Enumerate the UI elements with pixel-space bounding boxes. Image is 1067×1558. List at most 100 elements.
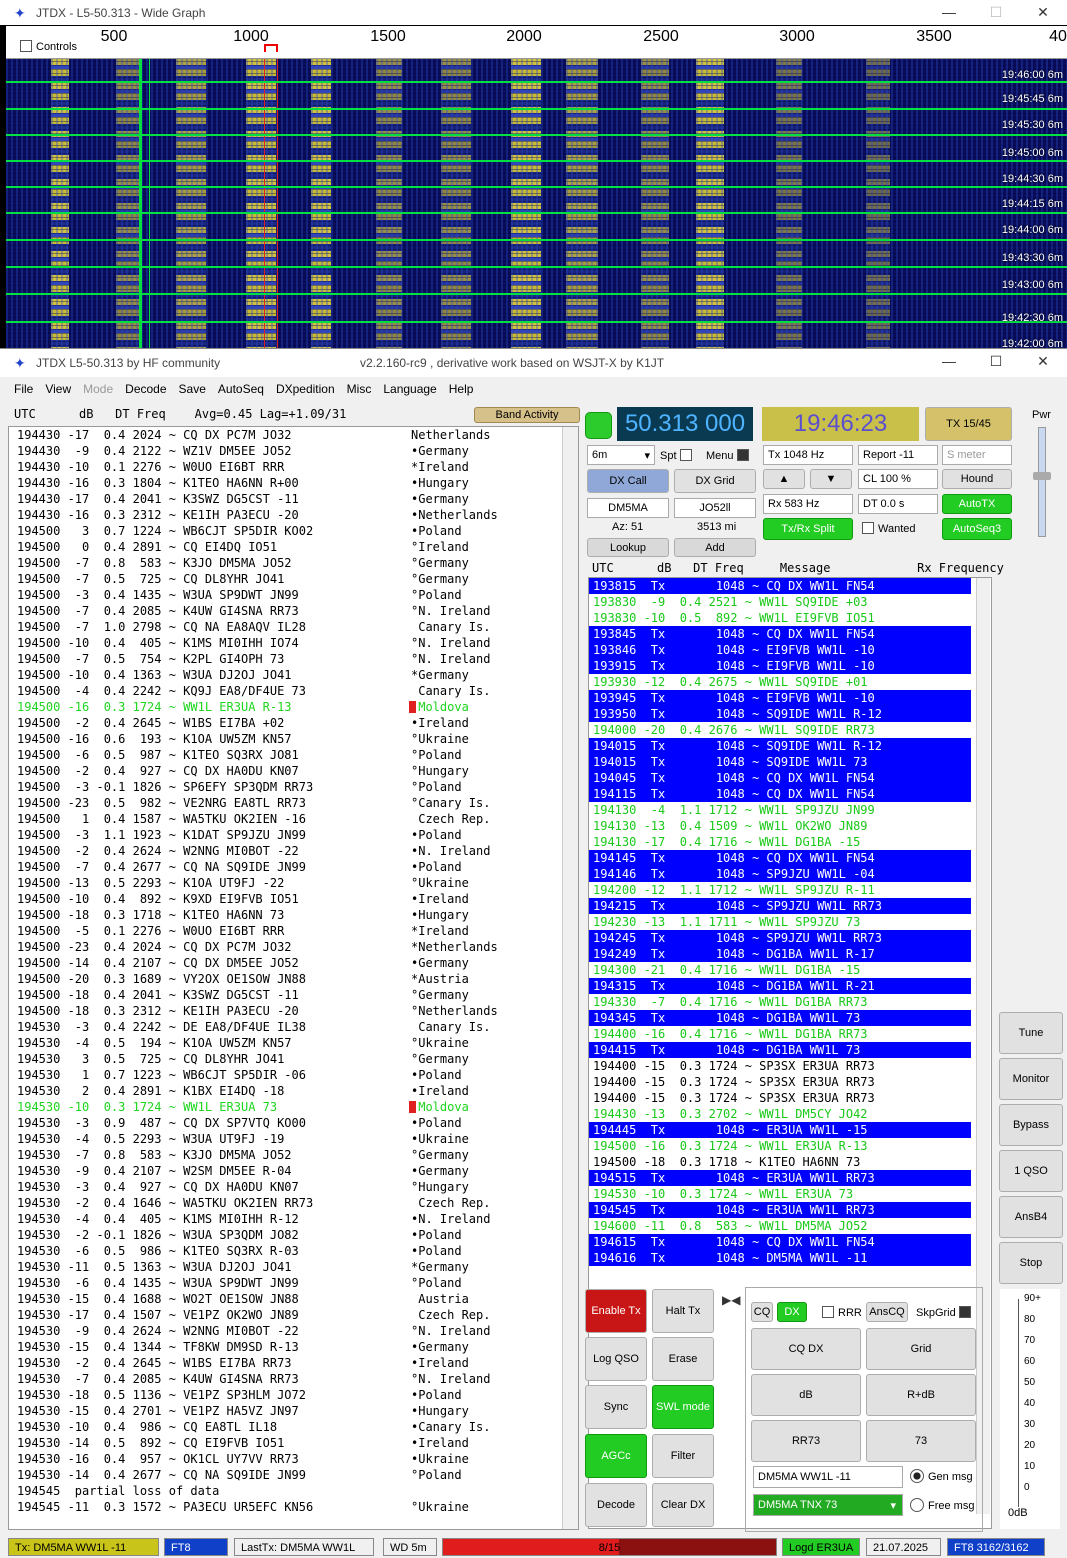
- one-qso-button[interactable]: 1 QSO: [999, 1150, 1063, 1192]
- rx-row[interactable]: 193950 Tx 1048 ~ SQ9IDE WW1L R-12: [589, 706, 971, 722]
- rx-row[interactable]: 194515 Tx 1048 ~ ER3UA WW1L RR73: [589, 1170, 971, 1186]
- maximize-icon[interactable]: ☐: [973, 349, 1019, 374]
- rx-row[interactable]: 194500 -16 0.3 1724 ~ WW1L ER3UA R-13: [589, 1138, 991, 1154]
- swl-mode-button[interactable]: SWL mode: [652, 1385, 714, 1429]
- band-activity-list[interactable]: 194430 -17 0.4 2024 ~ CQ DX PC7M JO32 Net…: [8, 426, 579, 1530]
- maximize-icon[interactable]: ☐: [973, 0, 1019, 25]
- decode-row[interactable]: 194500 -13 0.5 2293 ~ K1OA UT9FJ -22 °Ukr…: [9, 875, 578, 891]
- menu-autoseq[interactable]: AutoSeq: [218, 382, 264, 402]
- cq-dx-button[interactable]: CQ DX: [751, 1328, 861, 1370]
- menu-misc[interactable]: Misc: [347, 382, 372, 402]
- decode-row[interactable]: 194530 -14 0.4 2677 ~ CQ NA SQ9IDE JN99 °…: [9, 1467, 578, 1483]
- sync-button[interactable]: Sync: [585, 1385, 647, 1429]
- minimize-icon[interactable]: —: [926, 349, 972, 374]
- power-slider-handle[interactable]: [1033, 472, 1051, 480]
- txrx-split-button[interactable]: Tx/Rx Split: [763, 518, 853, 540]
- decode-row[interactable]: 194500 -2 0.4 2624 ~ W2NNG MI0BOT -22 •N.…: [9, 843, 578, 859]
- menu-mode[interactable]: Mode: [83, 382, 113, 402]
- anscq-button[interactable]: AnsCQ: [866, 1302, 908, 1322]
- ansb4-button[interactable]: AnsB4: [999, 1196, 1063, 1238]
- agcc-button[interactable]: AGCc: [585, 1434, 647, 1478]
- rx-row[interactable]: 193845 Tx 1048 ~ CQ DX WW1L FN54: [589, 626, 971, 642]
- decode-row[interactable]: 194500 -5 0.1 2276 ~ W0UO EI6BT RRR *Irel…: [9, 923, 578, 939]
- rx-row[interactable]: 194300 -21 0.4 1716 ~ WW1L DG1BA -15: [589, 962, 991, 978]
- decode-row[interactable]: 194500 -7 0.5 725 ~ CQ DL8YHR JO41 °Germa…: [9, 571, 578, 587]
- gen-msg-field[interactable]: DM5MA WW1L -11: [753, 1466, 903, 1488]
- enable-tx-button[interactable]: Enable Tx: [585, 1289, 647, 1333]
- decode-row[interactable]: 194530 -3 0.4 927 ~ CQ DX HA0DU KN07 °Hun…: [9, 1179, 578, 1195]
- rx-row[interactable]: 193830 -10 0.5 892 ~ WW1L EI9FVB IO51: [589, 610, 991, 626]
- menu-dxpedition[interactable]: DXpedition: [276, 382, 335, 402]
- decode-row[interactable]: 194530 -4 0.5 2293 ~ W3UA UT9FJ -19 •Ukra…: [9, 1131, 578, 1147]
- rx-row[interactable]: 194400 -15 0.3 1724 ~ SP3SX ER3UA RR73: [589, 1090, 991, 1106]
- decode-row[interactable]: 194530 -3 0.9 487 ~ CQ DX SP7VTQ KO00 •Po…: [9, 1115, 578, 1131]
- cl-spinbox[interactable]: CL 100 %: [858, 469, 938, 489]
- decode-row[interactable]: 194500 -7 0.4 2677 ~ CQ NA SQ9IDE JN99 •P…: [9, 859, 578, 875]
- decode-row[interactable]: 194530 -2 0.4 1646 ~ WA5TKU OK2IEN RR73 …: [9, 1195, 578, 1211]
- frequency-scale[interactable]: Controls 500 1000 1500 2000 2500 3000 35…: [6, 26, 1067, 59]
- dt-spinbox[interactable]: DT 0.0 s: [858, 494, 938, 514]
- rx-row[interactable]: 194315 Tx 1048 ~ DG1BA WW1L R-21: [589, 978, 971, 994]
- rx-row[interactable]: 194545 Tx 1048 ~ ER3UA WW1L RR73: [589, 1202, 971, 1218]
- rx-row[interactable]: 193930 -12 0.4 2675 ~ WW1L SQ9IDE +01: [589, 674, 991, 690]
- db-button[interactable]: dB: [751, 1374, 861, 1416]
- decode-row[interactable]: 194500 1 0.4 1587 ~ WA5TKU OK2IEN -16 Cz…: [9, 811, 578, 827]
- rx-row[interactable]: 194245 Tx 1048 ~ SP9JZU WW1L RR73: [589, 930, 971, 946]
- gen-msg-radio-dot[interactable]: [910, 1469, 924, 1483]
- decode-row[interactable]: 194530 -7 0.4 2085 ~ K4UW GI4SNA RR73 °N.…: [9, 1371, 578, 1387]
- decode-row[interactable]: 194530 -10 0.3 1724 ~ WW1L ER3UA 73 Mold…: [9, 1099, 578, 1115]
- decode-row[interactable]: 194530 -6 0.5 986 ~ K1TEO SQ3RX R-03 •Pol…: [9, 1243, 578, 1259]
- menu-language[interactable]: Language: [383, 382, 436, 402]
- menu-file[interactable]: File: [14, 382, 33, 402]
- rx-row[interactable]: 194115 Tx 1048 ~ CQ DX WW1L FN54: [589, 786, 971, 802]
- decode-row[interactable]: 194500 -20 0.3 1689 ~ VY2OX OE1SOW JN88 *…: [9, 971, 578, 987]
- log-qso-button[interactable]: Log QSO: [585, 1337, 647, 1381]
- free-msg-field[interactable]: DM5MA TNX 73 ▾: [753, 1494, 903, 1516]
- decode-row[interactable]: 194500 -18 0.4 2041 ~ K3SWZ DG5CST -11 °G…: [9, 987, 578, 1003]
- decode-row[interactable]: 194430 -16 0.3 1804 ~ K1TEO HA6NN R+00 •H…: [9, 475, 578, 491]
- add-button[interactable]: Add: [674, 538, 756, 557]
- free-msg-radio[interactable]: Free msg: [910, 1498, 974, 1512]
- decode-row[interactable]: 194500 0 0.4 2891 ~ CQ EI4DQ IO51 °Irelan…: [9, 539, 578, 555]
- erase-button[interactable]: Erase: [652, 1337, 714, 1381]
- spt-checkbox[interactable]: Spt: [660, 449, 696, 462]
- decode-row[interactable]: 194500 -16 0.3 1724 ~ WW1L ER3UA R-13 Mo…: [9, 699, 578, 715]
- rx-row[interactable]: 193830 -9 0.4 2521 ~ WW1L SQ9IDE +03: [589, 594, 991, 610]
- cq-button[interactable]: CQ: [751, 1302, 773, 1322]
- decode-row[interactable]: 194500 -14 0.4 2107 ~ CQ DX DM5EE JO52 •G…: [9, 955, 578, 971]
- rx-row[interactable]: 194400 -16 0.4 1716 ~ WW1L DG1BA RR73: [589, 1026, 991, 1042]
- waterfall[interactable]: 19:46:00 6m 19:45:45 6m 19:45:30 6m 19:4…: [6, 59, 1067, 350]
- rx-row[interactable]: 194530 -10 0.3 1724 ~ WW1L ER3UA 73: [589, 1186, 991, 1202]
- bypass-button[interactable]: Bypass: [999, 1104, 1063, 1146]
- tx-direction-icon[interactable]: ▶◀: [722, 1293, 742, 1323]
- gen-msg-radio[interactable]: Gen msg: [910, 1469, 973, 1483]
- rx-row[interactable]: 194130 -17 0.4 1716 ~ WW1L DG1BA -15: [589, 834, 991, 850]
- dx-button[interactable]: DX: [777, 1302, 807, 1322]
- rx-row[interactable]: 194330 -7 0.4 1716 ~ WW1L DG1BA RR73: [589, 994, 991, 1010]
- decode-row[interactable]: 194545 -11 0.3 1572 ~ PA3ECU UR5EFC KN56…: [9, 1499, 578, 1515]
- dx-grid-field[interactable]: JO52ll: [674, 498, 756, 518]
- decode-row[interactable]: 194530 -9 0.4 2624 ~ W2NNG MI0BOT -22 °N.…: [9, 1323, 578, 1339]
- wanted-check[interactable]: [862, 522, 874, 534]
- down-arrow-icon[interactable]: ▼: [810, 469, 852, 489]
- rx-row[interactable]: 194230 -13 1.1 1711 ~ WW1L SP9JZU 73: [589, 914, 991, 930]
- decode-row[interactable]: 194430 -10 0.1 2276 ~ W0UO EI6BT RRR *Ire…: [9, 459, 578, 475]
- 73-button[interactable]: 73: [866, 1420, 976, 1462]
- smeter-field[interactable]: S meter: [942, 445, 1012, 465]
- decode-row[interactable]: 194530 -11 0.5 1363 ~ W3UA DJ2OJ JO41 *Ge…: [9, 1259, 578, 1275]
- tune-button[interactable]: Tune: [999, 1012, 1063, 1054]
- decode-row[interactable]: 194500 -3 0.4 1435 ~ W3UA SP9DWT JN99 °Po…: [9, 587, 578, 603]
- decode-row[interactable]: 194530 -17 0.4 1507 ~ VE1PZ OK2WO JN89 C…: [9, 1307, 578, 1323]
- rx-row[interactable]: 193915 Tx 1048 ~ EI9FVB WW1L -10: [589, 658, 971, 674]
- rx-row[interactable]: 193815 Tx 1048 ~ CQ DX WW1L FN54: [589, 578, 971, 594]
- decode-row[interactable]: 194530 -18 0.5 1136 ~ VE1PZ SP3HLM JO72 •…: [9, 1387, 578, 1403]
- decode-button[interactable]: Decode: [585, 1483, 647, 1527]
- minimize-icon[interactable]: —: [926, 0, 972, 25]
- decode-row[interactable]: 194530 -10 0.4 986 ~ CQ EA8TL IL18 •Canar…: [9, 1419, 578, 1435]
- menu-check[interactable]: [736, 449, 749, 461]
- r-db-button[interactable]: R+dB: [866, 1374, 976, 1416]
- rx-row[interactable]: 193846 Tx 1048 ~ EI9FVB WW1L -10: [589, 642, 971, 658]
- decode-row[interactable]: 194430 -9 0.4 2122 ~ WZ1V DM5EE JO52 •Ger…: [9, 443, 578, 459]
- decode-row[interactable]: 194430 -16 0.3 2312 ~ KE1IH PA3ECU -20 •N…: [9, 507, 578, 523]
- decode-row[interactable]: 194530 -7 0.8 583 ~ K3JO DM5MA JO52 °Germ…: [9, 1147, 578, 1163]
